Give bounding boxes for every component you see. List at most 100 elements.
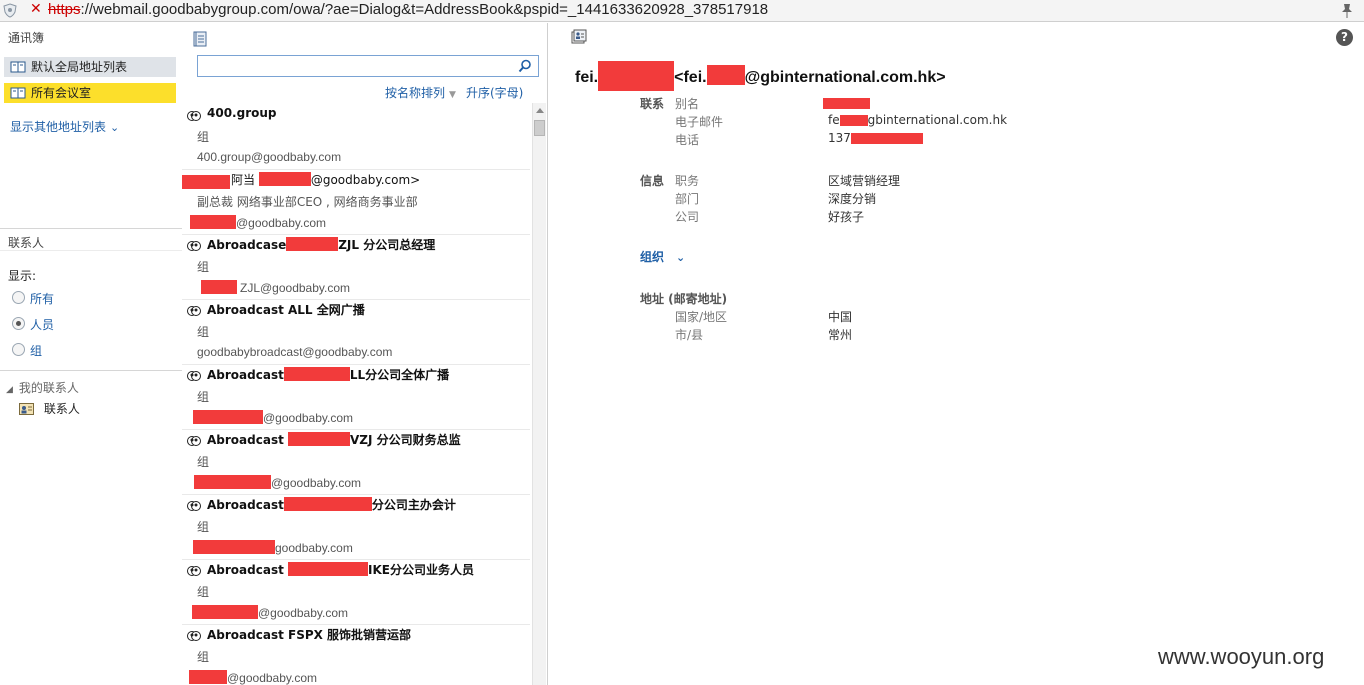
entry-type: 组	[197, 455, 210, 469]
list-label: 所有会议室	[31, 86, 92, 100]
redaction-block	[182, 175, 230, 189]
my-contacts-tree[interactable]: ◢ 我的联系人	[6, 379, 79, 396]
entry-name: Abroadcase ZJL 分公司总经理	[207, 237, 436, 252]
filter-groups-label[interactable]: 组	[30, 342, 42, 359]
label-email: 电子邮件	[675, 115, 724, 129]
redaction-block	[258, 172, 311, 186]
redaction-block	[288, 562, 369, 576]
filter-all-radio[interactable]	[12, 291, 25, 304]
divider	[0, 370, 182, 371]
label-country: 国家/地区	[675, 310, 728, 324]
entry-type: 组	[197, 585, 210, 599]
section-info: 信息	[640, 174, 665, 188]
entry-type: 组	[197, 520, 210, 534]
list-item[interactable]: Abroadcast FSPX 服饰批销营运部 组 @goodbaby.com	[182, 625, 530, 685]
address-book-sidebar: 通讯簿 默认全局地址列表 所有会议室 显示其他地址列表 ⌄ 联系人 显示: 所有 …	[0, 23, 182, 685]
search-icon[interactable]	[518, 59, 532, 73]
group-icon	[187, 111, 201, 121]
entry-email: @goodbaby.com	[193, 410, 353, 425]
entry-email: goodbabybroadcast@goodbaby.com	[197, 345, 393, 359]
dropdown-arrow-icon[interactable]: ▼	[449, 90, 456, 100]
sort-bar: 按名称排列 ▼ 升序(字母)	[385, 84, 523, 101]
label-dept: 部门	[675, 192, 700, 206]
label-phone: 电话	[675, 133, 700, 147]
shield-icon	[3, 3, 17, 18]
watermark: www.wooyun.org	[1158, 644, 1325, 669]
contact-card-icon[interactable]	[571, 29, 587, 45]
scrollbar-thumb[interactable]	[534, 120, 545, 136]
list-scrollbar[interactable]	[532, 103, 546, 685]
expand-triangle-icon[interactable]: ◢	[6, 385, 13, 395]
address-list: 400.group 组 400.group@goodbaby.com 阿当 @g…	[182, 103, 548, 685]
entry-email: @goodbaby.com	[190, 215, 326, 230]
address-list-icon	[10, 87, 26, 99]
list-label: 默认全局地址列表	[31, 60, 128, 74]
address-book-header: 通讯簿	[8, 31, 45, 45]
pin-icon[interactable]	[1340, 3, 1354, 19]
entry-email: @goodbaby.com	[189, 670, 317, 685]
list-item[interactable]: Abroadcast VZJ 分公司财务总监 组 @goodbaby.com	[182, 430, 530, 495]
show-other-lists-link[interactable]: 显示其他地址列表 ⌄	[10, 118, 119, 135]
redaction-block	[850, 133, 923, 144]
value-phone: 137	[828, 131, 923, 145]
value-city: 常州	[828, 328, 853, 342]
value-country: 中国	[828, 310, 853, 324]
redaction-block	[288, 432, 351, 446]
chevron-down-icon: ⌄	[110, 121, 120, 134]
group-icon	[187, 306, 201, 316]
redaction-block	[839, 115, 868, 126]
entry-email: goodbaby.com	[193, 540, 353, 555]
value-job: 区域营销经理	[828, 174, 901, 188]
redaction-block	[286, 237, 339, 251]
redaction-block	[193, 540, 275, 554]
redaction-block	[194, 475, 271, 489]
address-book-icon[interactable]	[192, 31, 208, 47]
address-bar[interactable]: ✕ https://webmail.goodbabygroup.com/owa/…	[0, 0, 1364, 22]
list-all-rooms[interactable]: 所有会议室	[4, 83, 176, 103]
redaction-block	[823, 98, 870, 109]
org-section-toggle[interactable]: 组织 ⌄	[640, 248, 685, 265]
list-item[interactable]: 阿当 @goodbaby.com> 副总裁 网络事业部CEO , 网络商务事业部…	[182, 170, 530, 235]
help-icon[interactable]: ?	[1336, 29, 1353, 46]
redaction-block	[193, 410, 263, 424]
address-list-panel: 按名称排列 ▼ 升序(字母) 400.group 组 400.group@goodb…	[182, 23, 548, 685]
entry-email: ZJL@goodbaby.com	[201, 280, 350, 295]
redaction-block	[192, 605, 258, 619]
list-item[interactable]: Abroadcast ALL 全网广播 组 goodbabybroadcast@…	[182, 300, 530, 365]
search-input[interactable]	[197, 55, 539, 77]
certificate-error-icon: ✕	[30, 1, 42, 17]
redaction-block	[283, 497, 372, 511]
redaction-block	[190, 215, 236, 229]
list-item[interactable]: Abroadcast LL分公司全体广播 组 @goodbaby.com	[182, 365, 530, 430]
list-default-global[interactable]: 默认全局地址列表	[4, 57, 176, 77]
scroll-up-icon[interactable]	[536, 108, 544, 113]
show-label: 显示:	[8, 269, 37, 283]
entry-name: Abroadcast FSPX 服饰批销营运部	[207, 628, 412, 642]
entry-name: 阿当 @goodbaby.com>	[231, 172, 421, 187]
redaction-block	[189, 670, 227, 684]
filter-all-label[interactable]: 所有	[30, 290, 54, 307]
entry-name: Abroadcast LL分公司全体广播	[207, 367, 450, 382]
list-item[interactable]: Abroadcase ZJL 分公司总经理 组 ZJL@goodbaby.com	[182, 235, 530, 300]
entry-email: 400.group@goodbaby.com	[197, 150, 342, 164]
filter-groups-radio[interactable]	[12, 343, 25, 356]
entry-type: 组	[197, 650, 210, 664]
sort-order-toggle[interactable]: 升序(字母)	[466, 86, 523, 100]
filter-people-radio[interactable]	[12, 317, 25, 330]
entry-email: @goodbaby.com	[192, 605, 348, 620]
entry-type: 组	[197, 130, 210, 144]
url-text[interactable]: https://webmail.goodbabygroup.com/owa/?a…	[48, 1, 768, 18]
list-item[interactable]: Abroadcast 分公司主办会计 组 goodbaby.com	[182, 495, 530, 560]
list-item[interactable]: 400.group 组 400.group@goodbaby.com	[182, 105, 530, 170]
entry-name: Abroadcast VZJ 分公司财务总监	[207, 432, 461, 447]
filter-people-label[interactable]: 人员	[30, 316, 54, 333]
entry-type: 组	[197, 390, 210, 404]
section-contact: 联系	[640, 97, 665, 111]
sort-by-dropdown[interactable]: 按名称排列	[385, 86, 445, 100]
contacts-folder[interactable]: 联系人	[19, 400, 80, 417]
entry-type: 组	[197, 260, 210, 274]
list-item[interactable]: Abroadcast IKE分公司业务人员 组 @goodbaby.com	[182, 560, 530, 625]
chevron-down-icon[interactable]: ⌄	[676, 251, 685, 264]
label-alias: 别名	[675, 97, 700, 111]
section-address: 地址 (邮寄地址)	[640, 292, 728, 306]
